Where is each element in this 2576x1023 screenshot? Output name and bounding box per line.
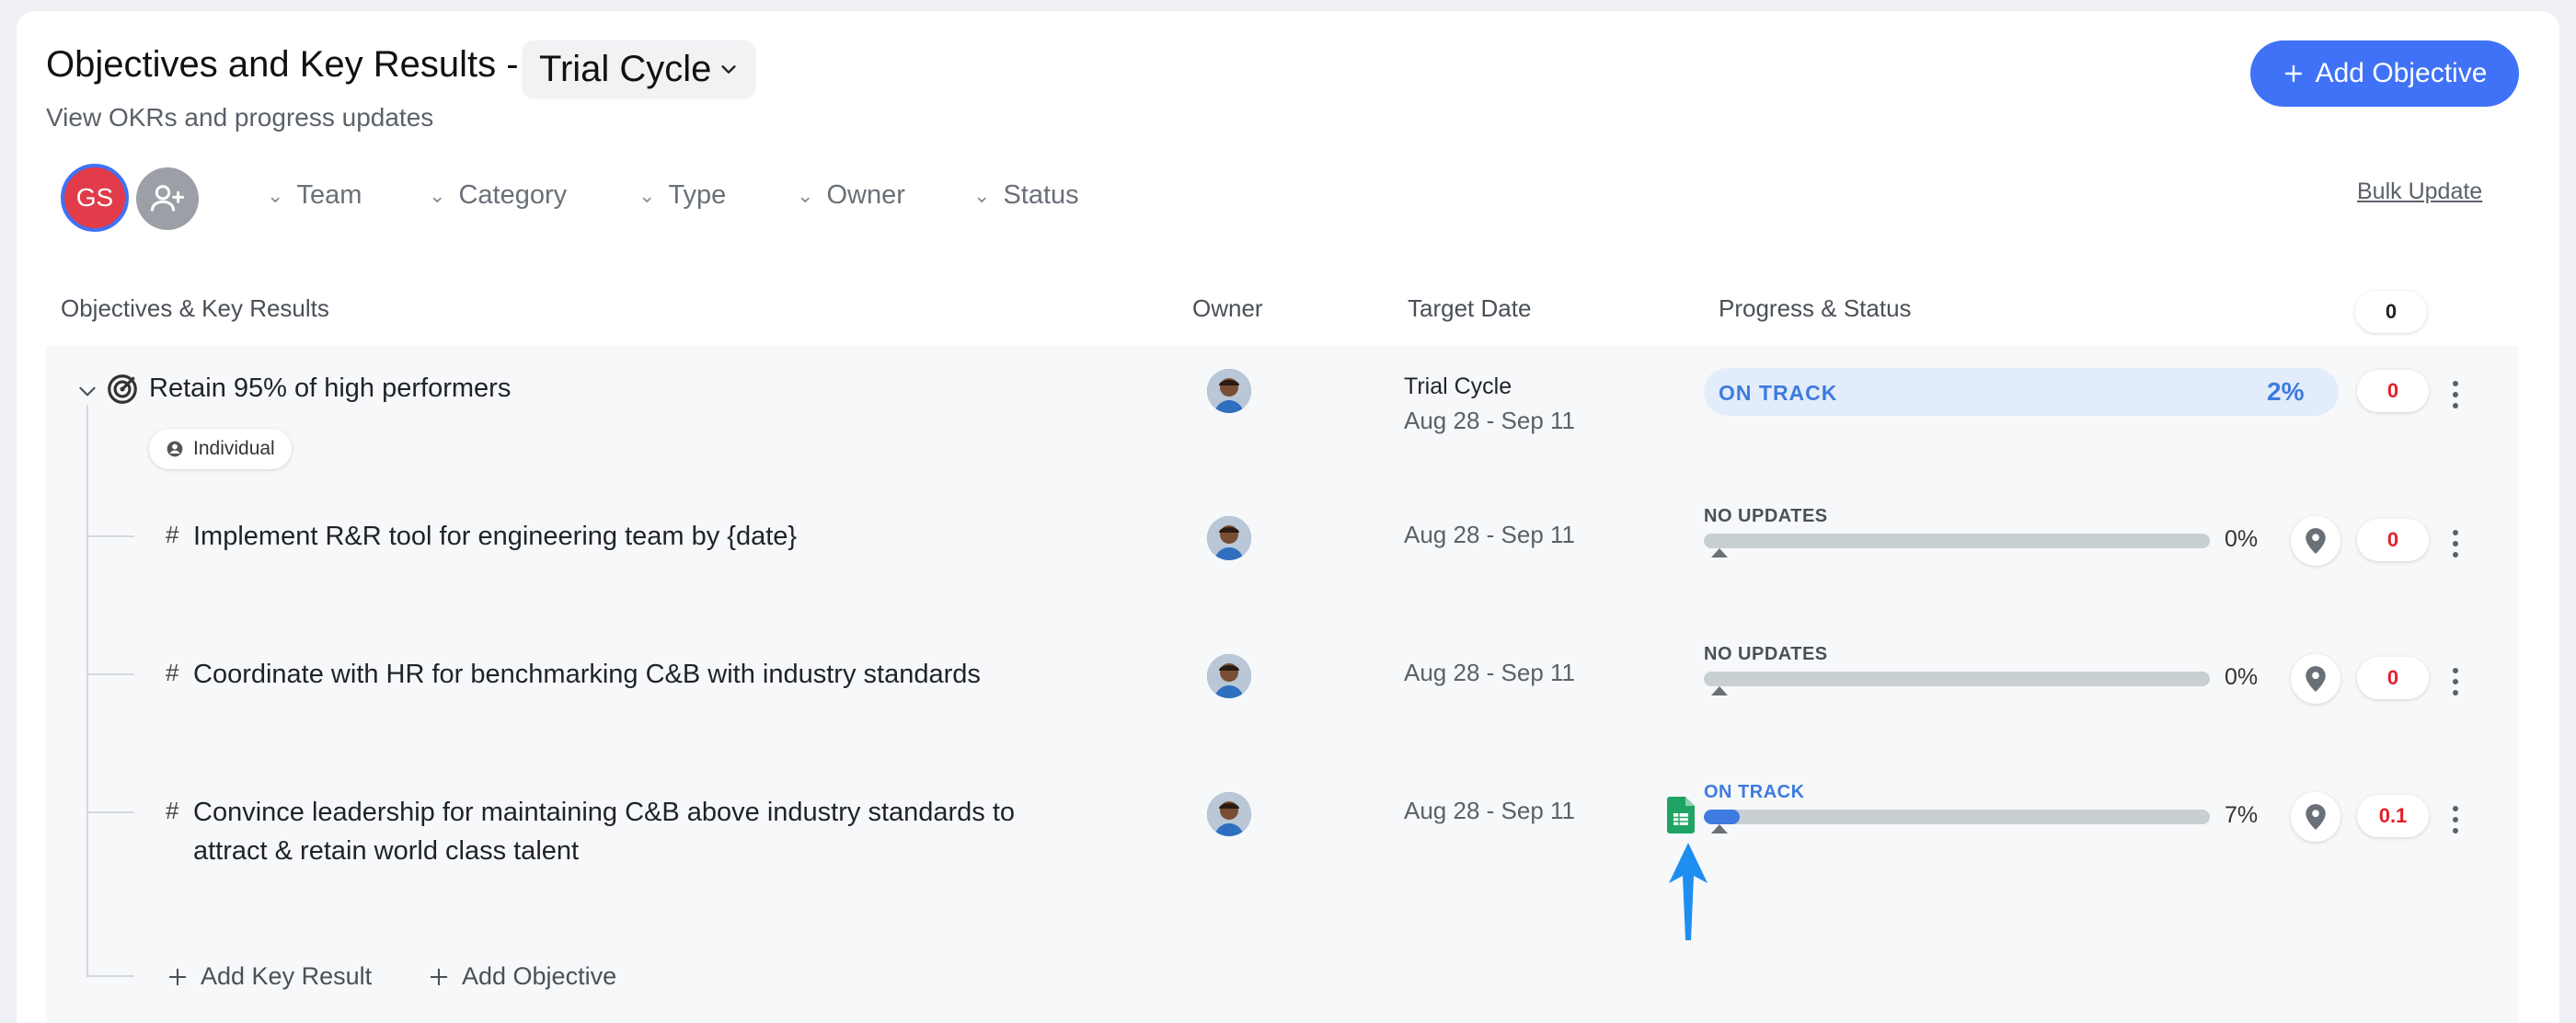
progress-marker-icon: [1711, 686, 1728, 695]
key-result-more-menu[interactable]: [2449, 806, 2462, 833]
key-result-progress-fill: [1704, 810, 1740, 824]
key-result-status: ON TRACK: [1704, 782, 1805, 802]
objective-target-icon: [108, 374, 137, 404]
key-result-more-menu[interactable]: [2449, 530, 2462, 557]
page-subtitle: View OKRs and progress updates: [46, 103, 434, 132]
filter-type-label: Type: [668, 180, 727, 210]
add-objective-button[interactable]: Add Objective: [2250, 40, 2519, 107]
key-result-progress-pct: 0%: [2225, 526, 2259, 552]
progress-marker-icon: [1711, 824, 1728, 833]
header-target-date: Target Date: [1408, 294, 1532, 322]
objective-title[interactable]: Retain 95% of high performers: [149, 374, 511, 404]
location-pin-icon: [2306, 666, 2326, 692]
filter-status-label: Status: [1003, 180, 1079, 210]
header-count-badge[interactable]: 0: [2355, 291, 2427, 333]
google-sheets-icon[interactable]: [1667, 797, 1695, 833]
key-result-progress-pct: 7%: [2225, 802, 2259, 828]
add-objective-label: Add Objective: [2315, 58, 2488, 88]
owner-photo-icon: [1207, 516, 1251, 560]
chevron-down-icon: ⌄: [267, 183, 284, 207]
chevron-down-icon: ⌄: [973, 183, 991, 207]
key-result-comments-badge[interactable]: 0: [2357, 519, 2429, 561]
checkin-button[interactable]: [2291, 516, 2340, 566]
owner-photo-icon: [1207, 369, 1251, 413]
chevron-down-icon: ⌄: [797, 183, 814, 207]
owner-avatar[interactable]: [1207, 516, 1251, 560]
chevron-down-icon: ⌄: [638, 183, 656, 207]
individual-tag-label: Individual: [193, 438, 275, 459]
key-result-status: NO UPDATES: [1704, 644, 1828, 664]
add-key-result-label: Add Key Result: [201, 962, 373, 990]
key-result-comments-badge[interactable]: 0: [2357, 657, 2429, 699]
key-result-title[interactable]: Coordinate with HR for benchmarking C&B …: [193, 655, 1067, 694]
key-result-more-menu[interactable]: [2449, 668, 2462, 695]
location-pin-icon: [2306, 804, 2326, 830]
filter-owner-label: Owner: [826, 180, 905, 210]
checkin-button[interactable]: [2291, 654, 2340, 704]
key-result-progress-track[interactable]: [1704, 810, 2210, 824]
objective-progress-pct: 2%: [2267, 377, 2305, 406]
cycle-label: Trial Cycle: [539, 48, 712, 89]
owner-avatar[interactable]: [1207, 654, 1251, 698]
page-title: Objectives and Key Results -: [46, 44, 519, 85]
header-progress: Progress & Status: [1719, 294, 1912, 322]
add-sub-objective-label: Add Objective: [462, 962, 617, 990]
objective-status: ON TRACK: [1719, 381, 1838, 405]
objective-comments-badge[interactable]: 0: [2357, 370, 2429, 412]
chevron-down-icon: [721, 65, 737, 74]
plus-icon: [168, 968, 187, 985]
owner-avatar[interactable]: [1207, 369, 1251, 413]
plus-icon: [2284, 64, 2302, 83]
add-user-button[interactable]: [136, 167, 199, 230]
key-result-title[interactable]: Convince leadership for maintaining C&B …: [193, 793, 1067, 870]
location-pin-icon: [2306, 528, 2326, 554]
filter-status[interactable]: ⌄ Status: [973, 180, 1079, 211]
callout-arrow-icon: [1669, 843, 1708, 940]
header-owner: Owner: [1192, 294, 1263, 322]
key-result-status: NO UPDATES: [1704, 506, 1828, 526]
owner-photo-icon: [1207, 792, 1251, 836]
user-circle-icon: [167, 441, 183, 457]
chevron-down-icon: ⌄: [429, 183, 446, 207]
add-user-icon: [150, 185, 185, 212]
tree-branch: [86, 673, 134, 675]
header-objectives: Objectives & Key Results: [61, 294, 329, 322]
tree-branch: [86, 975, 134, 977]
key-result-title[interactable]: Implement R&R tool for engineering team …: [193, 517, 1067, 556]
filter-owner[interactable]: ⌄ Owner: [797, 180, 905, 211]
checkin-button[interactable]: [2291, 792, 2340, 842]
filter-category[interactable]: ⌄ Category: [429, 180, 567, 211]
key-result-progress-track[interactable]: [1704, 534, 2210, 548]
tree-line: [86, 405, 88, 977]
owner-photo-icon: [1207, 654, 1251, 698]
objective-cycle: Trial Cycle: [1404, 374, 1512, 399]
key-result-dates: Aug 28 - Sep 11: [1404, 659, 1575, 686]
key-result-progress-track[interactable]: [1704, 672, 2210, 686]
key-result-dates: Aug 28 - Sep 11: [1404, 521, 1575, 548]
collapse-chevron-icon[interactable]: [75, 379, 99, 403]
owner-avatar[interactable]: [1207, 792, 1251, 836]
key-result-hash-icon: #: [166, 521, 179, 548]
objective-dates: Aug 28 - Sep 11: [1404, 407, 1575, 434]
user-avatar[interactable]: GS: [61, 164, 129, 232]
progress-marker-icon: [1711, 548, 1728, 557]
key-result-comments-badge[interactable]: 0.1: [2357, 795, 2429, 837]
add-sub-objective-button[interactable]: Add Objective: [429, 962, 616, 991]
key-result-hash-icon: #: [166, 659, 179, 686]
key-result-hash-icon: #: [166, 797, 179, 824]
add-key-result-button[interactable]: Add Key Result: [167, 962, 372, 991]
cycle-selector[interactable]: Trial Cycle: [523, 40, 756, 98]
filter-category-label: Category: [458, 180, 568, 210]
bulk-update-link[interactable]: Bulk Update: [2357, 178, 2482, 205]
plus-icon: [430, 968, 448, 985]
key-result-progress-pct: 0%: [2225, 664, 2259, 690]
tree-branch: [86, 535, 134, 537]
filter-team-label: Team: [296, 180, 362, 210]
objective-more-menu[interactable]: [2449, 381, 2462, 408]
individual-tag: Individual: [149, 429, 292, 469]
key-result-dates: Aug 28 - Sep 11: [1404, 797, 1575, 824]
filter-type[interactable]: ⌄ Type: [638, 180, 726, 211]
tree-branch: [86, 811, 134, 813]
filter-team[interactable]: ⌄ Team: [267, 180, 362, 211]
